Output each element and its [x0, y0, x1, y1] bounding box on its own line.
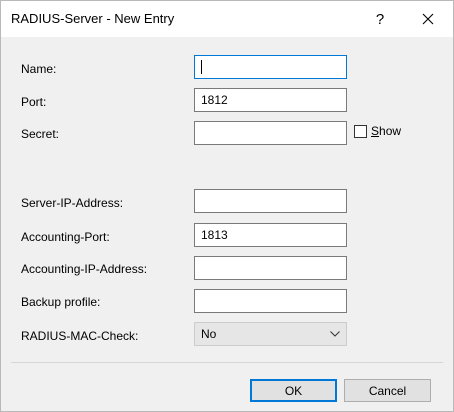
text-caret: [201, 60, 202, 74]
server-ip-label: Server-IP-Address:: [21, 196, 124, 210]
dialog-window: RADIUS-Server - New Entry ? Name: Port: …: [0, 0, 454, 412]
accounting-ip-input[interactable]: [194, 256, 347, 280]
show-checkbox-box[interactable]: [354, 124, 367, 138]
accounting-port-label: Accounting-Port:: [21, 230, 110, 244]
cancel-button[interactable]: Cancel: [344, 379, 431, 402]
close-icon: [422, 13, 434, 25]
server-ip-input[interactable]: [194, 189, 347, 213]
help-icon: ?: [375, 10, 385, 28]
backup-profile-label: Backup profile:: [21, 295, 101, 309]
backup-profile-input[interactable]: [194, 289, 347, 313]
name-input[interactable]: [194, 55, 347, 79]
secret-input[interactable]: [194, 121, 347, 145]
mac-check-label: RADIUS-MAC-Check:: [21, 329, 139, 343]
accounting-port-input[interactable]: 1813: [194, 223, 347, 247]
port-input[interactable]: 1812: [194, 88, 347, 112]
accounting-ip-label: Accounting-IP-Address:: [21, 262, 148, 276]
close-button[interactable]: [405, 1, 451, 37]
footer-divider: [11, 362, 443, 363]
port-label: Port:: [21, 95, 47, 109]
name-label: Name:: [21, 62, 57, 76]
ok-button[interactable]: OK: [250, 379, 337, 402]
show-secret-checkbox[interactable]: Show: [354, 124, 401, 138]
mac-check-select[interactable]: No: [194, 322, 347, 346]
show-checkbox-label: Show: [371, 124, 402, 138]
accounting-port-value: 1813: [201, 228, 228, 242]
port-value: 1812: [201, 93, 228, 107]
mac-check-value: No: [201, 327, 217, 341]
help-button[interactable]: ?: [357, 1, 403, 37]
chevron-down-icon: [330, 331, 340, 337]
secret-label: Secret:: [21, 127, 60, 141]
window-title: RADIUS-Server - New Entry: [11, 11, 175, 26]
title-bar: RADIUS-Server - New Entry ?: [1, 1, 453, 37]
